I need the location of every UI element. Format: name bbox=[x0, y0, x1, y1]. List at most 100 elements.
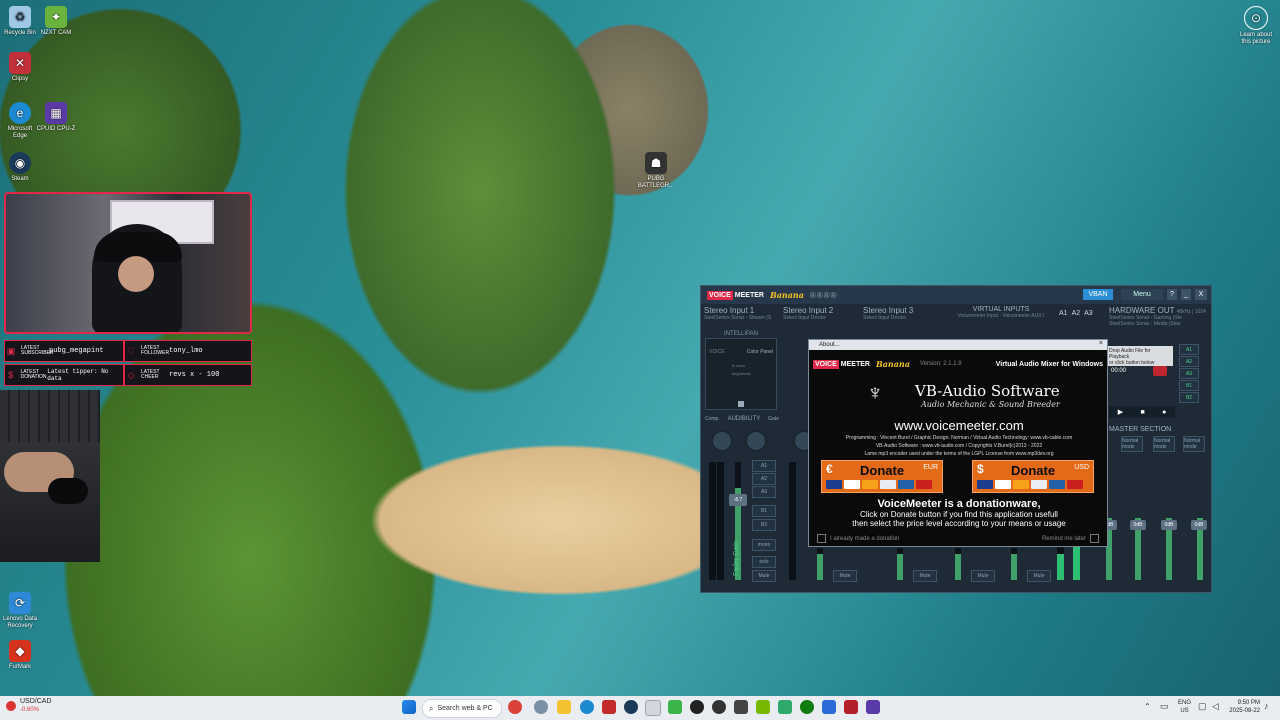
tray-display-icon[interactable]: ▢ bbox=[1198, 701, 1207, 712]
desktop-icon-steam[interactable]: ◉ Steam bbox=[0, 152, 40, 183]
recycle-bin-icon: ♻ bbox=[9, 6, 31, 28]
stock-ticker-widget[interactable]: USD/CAD -0.60% bbox=[6, 698, 52, 714]
donate-usd-button[interactable]: $ Donate USD bbox=[972, 460, 1094, 493]
playback-drop-zone[interactable]: Drop Audio File for Playback or click bu… bbox=[1107, 346, 1173, 366]
master-bus-a1[interactable]: A1 bbox=[1179, 344, 1199, 355]
record-icon[interactable] bbox=[1153, 366, 1167, 376]
strip-6-fader[interactable] bbox=[1011, 548, 1017, 580]
master-normal-mode-1[interactable]: Normal mode bbox=[1121, 436, 1143, 452]
desktop-icon-nzxt[interactable]: ✦ NZXT CAM bbox=[36, 6, 76, 37]
bus-a2-selector[interactable]: A2 bbox=[1072, 310, 1081, 317]
remind-later-option[interactable]: Remind me later bbox=[1042, 534, 1099, 543]
strip-1-route-a3[interactable]: A3 bbox=[752, 486, 776, 498]
strip-3-fader[interactable] bbox=[817, 548, 823, 580]
strip-1-header[interactable]: Stereo Input 1 SteelSeries Sonar - Strea… bbox=[704, 306, 780, 332]
taskbar-file-explorer-icon[interactable] bbox=[557, 700, 571, 714]
strip-1-route-b2[interactable]: B2 bbox=[752, 519, 776, 531]
strip-3-mute[interactable]: Mute bbox=[833, 570, 857, 582]
taskbar-app-red-icon[interactable] bbox=[844, 700, 858, 714]
taskbar-app-mail-icon[interactable] bbox=[602, 700, 616, 714]
tray-network-icon[interactable]: ▭ bbox=[1160, 701, 1169, 712]
playback-time: 00:00 bbox=[1111, 368, 1127, 374]
desktop-icon-edge[interactable]: e Microsoft Edge bbox=[0, 102, 40, 140]
search-icon: ⌕ bbox=[429, 703, 434, 713]
strip-1-fader-knob[interactable]: -8.7 bbox=[729, 494, 747, 506]
taskbar-edge-icon[interactable] bbox=[580, 700, 594, 714]
taskbar-app-green-icon[interactable] bbox=[668, 700, 682, 714]
strip-1-route-a2[interactable]: A2 bbox=[752, 473, 776, 485]
website-link[interactable]: www.voicemeeter.com bbox=[809, 418, 1109, 433]
language-indicator[interactable]: ENG US bbox=[1178, 699, 1191, 715]
master-normal-mode-2[interactable]: Normal mode bbox=[1153, 436, 1175, 452]
taskbar-nvidia-icon[interactable] bbox=[756, 700, 770, 714]
search-box[interactable]: ⌕ Search web & PC bbox=[422, 699, 502, 718]
taskbar-steam-icon[interactable] bbox=[624, 700, 638, 714]
master-normal-mode-3[interactable]: Normal mode bbox=[1183, 436, 1205, 452]
taskbar-github-icon[interactable] bbox=[690, 700, 704, 714]
record-dot-icon[interactable]: ● bbox=[1162, 409, 1166, 416]
menu-button[interactable]: Menu bbox=[1121, 289, 1163, 300]
master-bus-list: A1 A2 A3 B1 B2 bbox=[1179, 344, 1199, 403]
help-button[interactable]: ? bbox=[1167, 289, 1177, 300]
clock[interactable]: 9:50 PM 2025-08-22 bbox=[1224, 699, 1260, 715]
mastercard-icon bbox=[1013, 480, 1029, 489]
taskbar-voicemeeter-icon[interactable] bbox=[866, 700, 880, 714]
card-icon bbox=[977, 480, 993, 489]
learn-about-picture[interactable]: ⊙ Learn about this picture bbox=[1236, 6, 1276, 46]
desktop-icon-furmark[interactable]: ◆ FurMark bbox=[0, 640, 40, 671]
checkbox-icon[interactable] bbox=[817, 534, 826, 543]
stop-icon[interactable]: ■ bbox=[1140, 409, 1144, 416]
checkbox-icon[interactable] bbox=[1090, 534, 1099, 543]
taskbar-obs-icon[interactable] bbox=[712, 700, 726, 714]
notification-bell-icon[interactable]: ♪ bbox=[1264, 701, 1269, 711]
intellipan-cursor[interactable] bbox=[738, 401, 744, 407]
gate-knob[interactable] bbox=[745, 430, 767, 452]
strip-4-mute[interactable]: Mute bbox=[913, 570, 937, 582]
comp-knob[interactable] bbox=[711, 430, 733, 452]
donate-eur-button[interactable]: € Donate EUR bbox=[821, 460, 943, 493]
start-button[interactable] bbox=[402, 700, 416, 714]
tray-chevron-icon[interactable]: ⌃ bbox=[1144, 702, 1151, 711]
strip-1-mono[interactable]: mono bbox=[752, 539, 776, 551]
bus-a3-selector[interactable]: A3 bbox=[1084, 310, 1093, 317]
strip-1-solo[interactable]: solo bbox=[752, 556, 776, 568]
hardware-out-header[interactable]: HARDWARE OUT 48kHz | 1024 SteelSeries So… bbox=[1109, 306, 1209, 332]
strip-1-route-b1[interactable]: B1 bbox=[752, 505, 776, 517]
strip-1-mute[interactable]: Mute bbox=[752, 570, 776, 582]
master-bus-a2[interactable]: A2 bbox=[1179, 356, 1199, 367]
taskbar-app-active[interactable] bbox=[645, 700, 661, 716]
desktop-icon-recycle-bin[interactable]: ♻ Recycle Bin bbox=[0, 6, 40, 37]
minimize-button[interactable]: _ bbox=[1181, 289, 1191, 300]
close-button[interactable]: X bbox=[1195, 289, 1207, 300]
strip-6-mute[interactable]: Mute bbox=[1027, 570, 1051, 582]
strip-3-header[interactable]: Stereo Input 3 Select Input Device bbox=[863, 306, 939, 332]
about-titlebar[interactable]: About... × bbox=[809, 340, 1107, 350]
desktop-icon-lenovo[interactable]: ⟳ Lenovo Data Recovery bbox=[0, 592, 40, 630]
strip-5-mute[interactable]: Mute bbox=[971, 570, 995, 582]
taskbar-app-dark-icon[interactable] bbox=[734, 700, 748, 714]
taskbar-app-green2-icon[interactable] bbox=[778, 700, 792, 714]
desktop-icon-cpuz[interactable]: ▦ CPUID CPU-Z bbox=[36, 102, 76, 133]
about-close-button[interactable]: × bbox=[1099, 340, 1103, 347]
taskbar-xbox-icon[interactable] bbox=[800, 700, 814, 714]
bus-a1-selector[interactable]: A1 bbox=[1059, 310, 1068, 317]
vban-button[interactable]: VBAN bbox=[1083, 289, 1113, 300]
taskbar-app-1[interactable] bbox=[508, 700, 522, 714]
strip-4-fader[interactable] bbox=[897, 548, 903, 580]
strip-5-fader[interactable] bbox=[955, 548, 961, 580]
taskbar-app-blue-icon[interactable] bbox=[822, 700, 836, 714]
play-icon[interactable]: ▶ bbox=[1118, 408, 1123, 416]
hand-cam-feed bbox=[0, 390, 100, 562]
strip-1-route-a1[interactable]: A1 bbox=[752, 460, 776, 472]
strip-2-header[interactable]: Stereo Input 2 Select Input Device bbox=[783, 306, 859, 332]
desktop-icon-clipsy[interactable]: ✕ Clipsy bbox=[0, 52, 40, 83]
intellipan-panel[interactable]: INTELLIPAN VOICE Color Panel fx echo bri… bbox=[705, 331, 777, 410]
camera-icon: ⊙ bbox=[1244, 6, 1268, 30]
desktop-icon-pubg[interactable]: ☗ PUBG BATTLEGR... bbox=[636, 152, 676, 190]
master-bus-a3[interactable]: A3 bbox=[1179, 368, 1199, 379]
already-donated-option[interactable]: I already made a donation bbox=[817, 534, 899, 543]
master-bus-b1[interactable]: B1 bbox=[1179, 380, 1199, 391]
taskbar-settings-icon[interactable] bbox=[534, 700, 548, 714]
master-bus-b2[interactable]: B2 bbox=[1179, 392, 1199, 403]
tray-volume-icon[interactable]: ◁ bbox=[1212, 701, 1219, 712]
